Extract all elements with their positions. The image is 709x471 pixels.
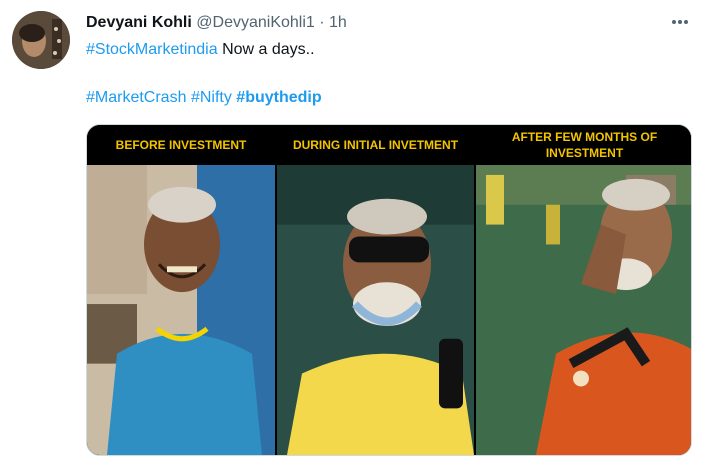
more-options-button[interactable] xyxy=(669,12,691,32)
hashtag-marketcrash[interactable]: #MarketCrash xyxy=(86,89,186,106)
panel-photo xyxy=(87,165,275,455)
tweet-header: Devyani Kohli @DevyaniKohli1 · 1h xyxy=(86,13,689,33)
meme-panel-after: AFTER FEW MONTHS OF INVESTMENT xyxy=(476,125,691,455)
panel-photo xyxy=(277,165,474,455)
panel-caption: BEFORE INVESTMENT xyxy=(87,125,275,165)
tweet-text-line-2: #MarketCrash #Nifty #buythedip xyxy=(86,88,322,108)
tweet-text: Now a days.. xyxy=(217,41,315,58)
panel-caption: AFTER FEW MONTHS OF INVESTMENT xyxy=(476,125,691,165)
panel-photo xyxy=(476,165,691,455)
tweet-timestamp[interactable]: 1h xyxy=(329,14,347,31)
tweet-media-image[interactable]: BEFORE INVESTMENT DURING INITIAL INVETME… xyxy=(86,124,692,456)
tweet-text-line-1: #StockMarketindia Now a days.. xyxy=(86,40,315,60)
meme-panel-during: DURING INITIAL INVETMENT xyxy=(277,125,474,455)
meme-panel-before: BEFORE INVESTMENT xyxy=(87,125,275,455)
tweet[interactable]: Devyani Kohli @DevyaniKohli1 · 1h #Stock… xyxy=(0,0,709,471)
author-name[interactable]: Devyani Kohli xyxy=(86,14,192,31)
avatar[interactable] xyxy=(12,11,70,69)
panel-caption: DURING INITIAL INVETMENT xyxy=(277,125,474,165)
hashtag-nifty[interactable]: #Nifty xyxy=(191,89,232,106)
hashtag-stockmarketindia[interactable]: #StockMarketindia xyxy=(86,41,218,58)
more-horizontal-icon xyxy=(671,19,689,25)
separator-dot: · xyxy=(319,14,325,31)
author-handle[interactable]: @DevyaniKohli1 xyxy=(196,14,315,31)
hashtag-buythedip[interactable]: #buythedip xyxy=(236,89,321,106)
